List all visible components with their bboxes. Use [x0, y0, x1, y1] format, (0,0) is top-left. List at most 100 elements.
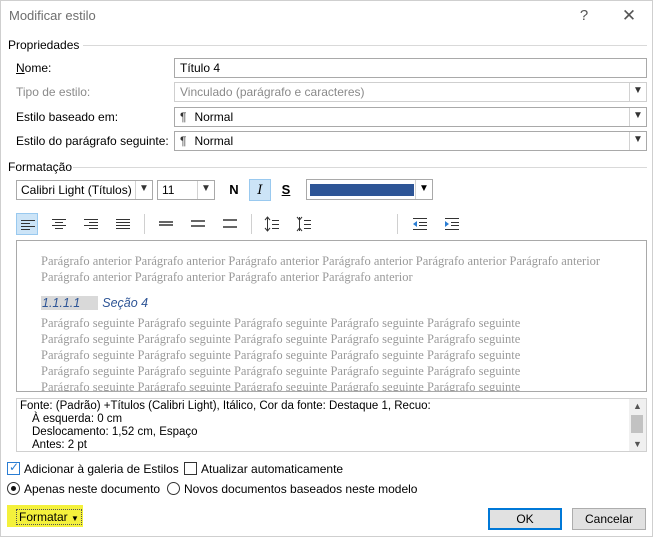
scroll-down-icon[interactable]: ▼: [629, 437, 646, 451]
size-select[interactable]: 11 ▼: [157, 180, 215, 200]
title-bar: Modificar estilo ? ✕: [1, 1, 653, 31]
decrease-spacing-button[interactable]: [293, 213, 315, 235]
paragraph-icon: ¶: [180, 134, 187, 148]
double-spacing-button[interactable]: [219, 213, 241, 235]
description-line: À esquerda: 0 cm: [32, 413, 123, 425]
based-on-select[interactable]: ¶ Normal ▼: [174, 107, 647, 127]
only-this-document-radio[interactable]: [7, 482, 20, 495]
style-preview: Parágrafo anterior Parágrafo anterior Pa…: [16, 240, 647, 392]
style-type-select[interactable]: Vinculado (parágrafo e caracteres) ▼: [174, 82, 647, 102]
bold-button[interactable]: N: [223, 179, 245, 201]
justify-icon: [116, 219, 130, 229]
chevron-down-icon: ▼: [629, 83, 646, 101]
add-to-gallery-option[interactable]: Adicionar à galeria de Estilos: [7, 460, 179, 476]
auto-update-checkbox[interactable]: [184, 462, 197, 475]
name-input[interactable]: Título 4: [174, 58, 647, 78]
justify-button[interactable]: [112, 213, 134, 235]
align-center-icon: [52, 219, 66, 229]
size-value: 11: [162, 183, 175, 197]
format-button-label: Formatar: [19, 510, 68, 524]
help-button[interactable]: ?: [569, 4, 599, 28]
toolbar-separator: [397, 214, 398, 234]
align-left-button[interactable]: [16, 213, 38, 235]
decrease-indent-button[interactable]: [409, 213, 431, 235]
only-this-document-option[interactable]: Apenas neste documento: [7, 482, 160, 496]
format-menu-button[interactable]: Formatar ▼: [7, 505, 83, 527]
preview-previous-paragraph: Parágrafo anterior Parágrafo anterior Pa…: [41, 254, 601, 284]
increase-indent-icon: [445, 218, 459, 230]
description-line: Fonte: (Padrão) +Títulos (Calibri Light)…: [20, 400, 431, 412]
ok-button[interactable]: OK: [488, 508, 562, 530]
increase-paragraph-spacing-icon: [264, 216, 279, 232]
scrollbar-thumb[interactable]: [631, 415, 643, 433]
one-half-spacing-button[interactable]: [187, 213, 209, 235]
preview-heading: 1.1.1.1 Seção 4: [41, 296, 148, 310]
chevron-down-icon: ▼: [629, 132, 646, 150]
dialog-title: Modificar estilo: [9, 8, 96, 23]
double-spacing-icon: [223, 219, 237, 228]
underline-button[interactable]: S: [275, 179, 297, 201]
toolbar-separator: [144, 214, 145, 234]
one-half-spacing-icon: [191, 220, 205, 227]
chevron-down-icon: ▼: [415, 180, 432, 199]
name-label: Nome:: [16, 61, 52, 75]
next-style-value: Normal: [194, 134, 234, 148]
preview-heading-number: 1.1.1.1: [41, 296, 99, 310]
paragraph-icon: ¶: [180, 110, 187, 124]
add-to-gallery-label: Adicionar à galeria de Estilos: [24, 462, 179, 476]
properties-divider: [83, 45, 647, 46]
style-description: Fonte: (Padrão) +Títulos (Calibri Light)…: [16, 398, 647, 452]
only-this-document-label: Apenas neste documento: [24, 482, 161, 496]
decrease-paragraph-spacing-icon: [296, 216, 311, 232]
chevron-down-icon: ▼: [629, 108, 646, 126]
description-line: Antes: 2 pt: [32, 439, 87, 451]
preview-next-line: Parágrafo seguinte Parágrafo seguinte Pa…: [41, 348, 521, 362]
auto-update-option[interactable]: Atualizar automaticamente: [184, 462, 343, 476]
next-style-label: Estilo do parágrafo seguinte:: [16, 134, 169, 148]
description-text: Fonte: (Padrão) +Títulos (Calibri Light)…: [20, 400, 625, 451]
single-spacing-button[interactable]: [155, 213, 177, 235]
font-color-select[interactable]: ▼: [306, 179, 433, 200]
close-button[interactable]: ✕: [614, 4, 644, 28]
style-type-label: Tipo de estilo:: [16, 85, 91, 99]
new-documents-radio[interactable]: [167, 482, 180, 495]
increase-spacing-button[interactable]: [261, 213, 283, 235]
chevron-down-icon: ▼: [135, 181, 152, 199]
preview-next-line: Parágrafo seguinte Parágrafo seguinte Pa…: [41, 332, 521, 346]
format-button-focus: Formatar ▼: [16, 509, 82, 525]
add-to-gallery-checkbox[interactable]: [7, 460, 20, 475]
caret-down-icon: ▼: [71, 514, 79, 523]
align-right-button[interactable]: [80, 213, 102, 235]
decrease-indent-icon: [413, 218, 427, 230]
align-right-icon: [84, 219, 98, 229]
scroll-up-icon[interactable]: ▲: [629, 399, 646, 413]
font-value: Calibri Light (Títulos): [21, 183, 132, 197]
formatting-section-label: Formatação: [8, 160, 73, 174]
preview-next-line: Parágrafo seguinte Parágrafo seguinte Pa…: [41, 364, 521, 378]
based-on-value: Normal: [194, 110, 234, 124]
style-type-value: Vinculado (parágrafo e caracteres): [180, 85, 365, 99]
increase-indent-button[interactable]: [441, 213, 463, 235]
preview-next-line: Parágrafo seguinte Parágrafo seguinte Pa…: [41, 316, 521, 330]
preview-next-line: Parágrafo seguinte Parágrafo seguinte Pa…: [41, 380, 521, 392]
properties-section-label: Propriedades: [8, 38, 80, 52]
next-style-select[interactable]: ¶ Normal ▼: [174, 131, 647, 151]
single-spacing-icon: [159, 221, 173, 226]
font-select[interactable]: Calibri Light (Títulos) ▼: [16, 180, 153, 200]
new-documents-option[interactable]: Novos documentos baseados neste modelo: [167, 482, 417, 496]
auto-update-label: Atualizar automaticamente: [201, 462, 344, 476]
formatting-divider: [73, 167, 647, 168]
italic-button[interactable]: I: [249, 179, 271, 201]
cancel-button[interactable]: Cancelar: [572, 508, 646, 530]
toolbar-separator: [251, 214, 252, 234]
description-scrollbar[interactable]: ▲ ▼: [629, 399, 646, 451]
align-center-button[interactable]: [48, 213, 70, 235]
description-line: Deslocamento: 1,52 cm, Espaço: [32, 426, 198, 438]
align-left-icon: [21, 220, 35, 230]
name-label-rest: ome:: [24, 61, 52, 75]
name-value: Título 4: [180, 61, 221, 75]
preview-heading-text: Seção 4: [102, 296, 149, 310]
font-color-swatch: [310, 184, 414, 196]
preview-next-paragraph: Parágrafo seguinte Parágrafo seguinte Pa…: [41, 315, 631, 392]
modify-style-dialog: Modificar estilo ? ✕ Propriedades Nome: …: [0, 0, 653, 537]
